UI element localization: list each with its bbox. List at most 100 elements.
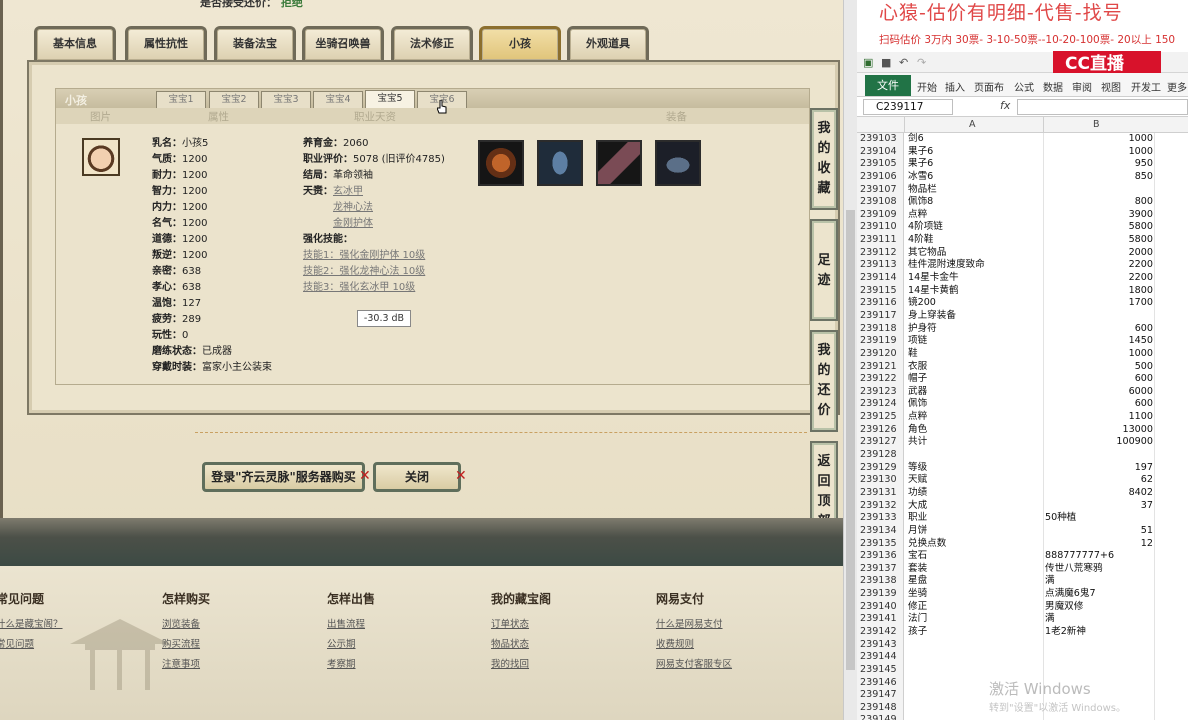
redo-icon[interactable]: ↷ — [917, 56, 926, 69]
cell-b[interactable]: 1老2新神 — [1043, 626, 1153, 639]
tab-appearance[interactable]: 外观道具 — [567, 26, 649, 60]
cell-b[interactable]: 37 — [1043, 500, 1153, 513]
ribbon-tab-page-layout[interactable]: 页面布 — [974, 79, 1004, 94]
row-number[interactable]: 239125 — [857, 411, 904, 424]
cell-b[interactable]: 100900 — [1043, 436, 1153, 449]
footer-link[interactable]: 出售流程 — [327, 615, 375, 635]
undo-icon[interactable]: ↶ — [899, 56, 908, 69]
footer-link[interactable]: 考察期 — [327, 655, 375, 675]
footer-link[interactable]: 订单状态 — [491, 615, 551, 635]
baby-tab-3[interactable]: 宝宝3 — [261, 91, 311, 109]
row-number[interactable]: 239120 — [857, 347, 904, 361]
cell-b[interactable]: 2200 — [1043, 272, 1153, 285]
footer-link[interactable]: 什么是网易支付 — [656, 615, 732, 635]
fx-icon[interactable]: fx — [1000, 99, 1010, 112]
buy-on-server-button[interactable]: 登录"齐云灵脉"服务器购买 — [202, 462, 365, 492]
cell-b[interactable]: 13000 — [1043, 424, 1153, 437]
row-number[interactable]: 239133 — [857, 512, 904, 525]
cell-b[interactable]: 3900 — [1043, 209, 1153, 222]
row-number[interactable]: 239128 — [857, 449, 904, 462]
cell-a[interactable]: 坐骑 — [908, 588, 927, 601]
skill-link[interactable]: 技能3：强化玄冰甲 10级 — [303, 282, 415, 293]
cell-a[interactable]: 等级 — [908, 462, 927, 475]
cell-a[interactable]: 点粹 — [908, 209, 927, 222]
cell-b[interactable]: 8402 — [1043, 487, 1153, 500]
footer-link[interactable]: 常见问题 — [0, 635, 63, 655]
browser-scrollbar[interactable] — [843, 0, 857, 720]
close-button[interactable]: 关闭 — [373, 462, 461, 492]
cell-a[interactable]: 修正 — [908, 601, 927, 614]
row-number[interactable]: 239107 — [857, 183, 904, 197]
cell-a[interactable]: 天赋 — [908, 474, 927, 487]
ribbon-tab-insert[interactable]: 插入 — [945, 79, 965, 94]
baby-tab-4[interactable]: 宝宝4 — [313, 91, 363, 109]
row-number[interactable]: 239142 — [857, 625, 904, 639]
row-number[interactable]: 239129 — [857, 461, 904, 475]
equipment-slot-1[interactable] — [478, 140, 524, 186]
cell-b[interactable]: 5800 — [1043, 221, 1153, 234]
cell-b[interactable]: 12 — [1043, 538, 1153, 551]
tab-attributes[interactable]: 属性抗性 — [125, 26, 207, 60]
row-number[interactable]: 239115 — [857, 284, 904, 298]
cell-a[interactable]: 宝石 — [908, 550, 927, 563]
ribbon-tab-home[interactable]: 开始 — [917, 79, 937, 94]
ribbon-tab-formulas[interactable]: 公式 — [1014, 79, 1034, 94]
cell-b[interactable]: 满 — [1043, 613, 1153, 626]
row-number[interactable]: 239130 — [857, 474, 904, 487]
cell-a[interactable]: 桂件混附速度致命 — [908, 259, 985, 272]
ribbon-tab-review[interactable]: 审阅 — [1072, 79, 1092, 94]
baby-tab-5[interactable]: 宝宝5 — [365, 90, 415, 109]
cell-b[interactable]: 点满魔6鬼7 — [1043, 588, 1153, 601]
cell-b[interactable]: 1800 — [1043, 285, 1153, 298]
row-number[interactable]: 239134 — [857, 524, 904, 538]
cell-a[interactable]: 果子6 — [908, 146, 933, 159]
cell-a[interactable]: 星盘 — [908, 575, 927, 588]
my-favorites-button[interactable]: 我 的 收 藏 — [810, 108, 838, 210]
cell-a[interactable]: 套装 — [908, 563, 927, 576]
cell-b[interactable]: 197 — [1043, 462, 1153, 475]
save-icon[interactable]: ■ — [881, 56, 891, 69]
row-number[interactable]: 239110 — [857, 221, 904, 235]
my-offers-button[interactable]: 我 的 还 价 — [810, 330, 838, 432]
cell-a[interactable]: 镜200 — [908, 297, 936, 310]
cell-b[interactable]: 1000 — [1043, 146, 1153, 159]
skill-link[interactable]: 技能1：强化金刚护体 10级 — [303, 250, 425, 261]
cell-a[interactable]: 法门 — [908, 613, 927, 626]
cell-b[interactable]: 满 — [1043, 575, 1153, 588]
row-number[interactable]: 239126 — [857, 423, 904, 437]
cell-a[interactable]: 冰雪6 — [908, 171, 933, 184]
cell-a[interactable]: 佩饰 — [908, 398, 927, 411]
ribbon-tab-view[interactable]: 视图 — [1101, 79, 1121, 94]
skill-link[interactable]: 技能2：强化龙神心法 10级 — [303, 266, 425, 277]
row-number[interactable]: 239148 — [857, 701, 904, 715]
cell-a[interactable]: 孩子 — [908, 626, 927, 639]
cell-a[interactable]: 大成 — [908, 500, 927, 513]
talent-link[interactable]: 龙神心法 — [333, 202, 373, 213]
cell-b[interactable]: 1100 — [1043, 411, 1153, 424]
cell-b[interactable]: 600 — [1043, 323, 1153, 336]
row-number[interactable]: 239103 — [857, 133, 904, 146]
footer-link[interactable]: 网易支付客服专区 — [656, 655, 732, 675]
row-number[interactable]: 239106 — [857, 170, 904, 184]
row-number[interactable]: 239143 — [857, 638, 904, 652]
cell-b[interactable]: 1700 — [1043, 297, 1153, 310]
row-number[interactable]: 239104 — [857, 145, 904, 159]
row-number[interactable]: 239118 — [857, 322, 904, 336]
tab-mounts[interactable]: 坐骑召唤兽 — [302, 26, 384, 60]
cell-b[interactable]: 50种植 — [1043, 512, 1153, 525]
row-number[interactable]: 239147 — [857, 689, 904, 702]
row-number[interactable]: 239141 — [857, 613, 904, 626]
cell-b[interactable]: 600 — [1043, 373, 1153, 386]
row-number[interactable]: 239132 — [857, 499, 904, 513]
cell-a[interactable]: 物品栏 — [908, 184, 937, 197]
equipment-slot-4[interactable] — [655, 140, 701, 186]
cell-a[interactable]: 14星卡金牛 — [908, 272, 959, 285]
cell-a[interactable]: 14星卡黄鹤 — [908, 285, 959, 298]
row-number[interactable]: 239124 — [857, 398, 904, 412]
tab-basic-info[interactable]: 基本信息 — [34, 26, 116, 60]
ribbon-tab-file[interactable]: 文件 — [865, 75, 911, 96]
row-number[interactable]: 239137 — [857, 562, 904, 576]
scrollbar-thumb[interactable] — [846, 210, 855, 670]
footer-link[interactable]: 浏览装备 — [162, 615, 210, 635]
row-number[interactable]: 239119 — [857, 335, 904, 348]
